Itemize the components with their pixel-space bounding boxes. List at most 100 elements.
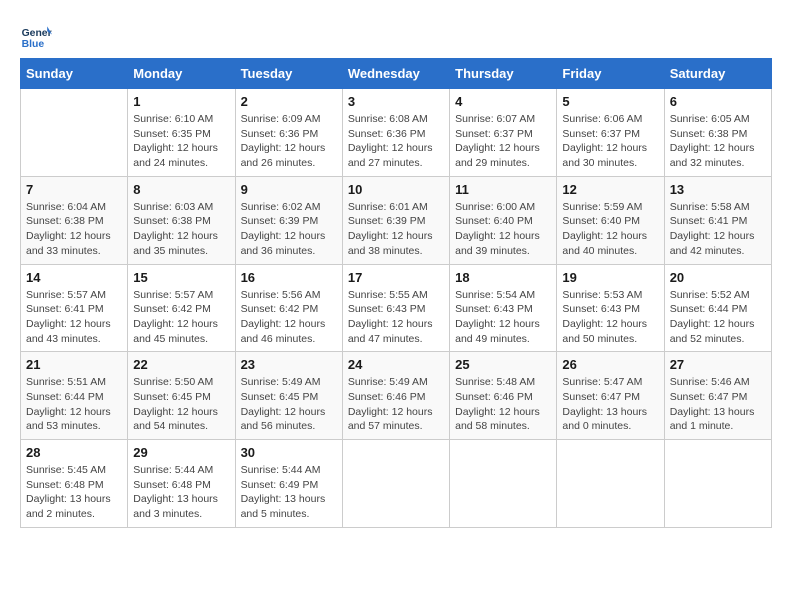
page-header: General Blue (20, 20, 772, 52)
day-info: Sunrise: 5:56 AM Sunset: 6:42 PM Dayligh… (241, 288, 337, 347)
day-info: Sunrise: 5:57 AM Sunset: 6:42 PM Dayligh… (133, 288, 229, 347)
day-number: 19 (562, 270, 658, 285)
day-info: Sunrise: 6:08 AM Sunset: 6:36 PM Dayligh… (348, 112, 444, 171)
day-info: Sunrise: 5:49 AM Sunset: 6:45 PM Dayligh… (241, 375, 337, 434)
day-number: 24 (348, 357, 444, 372)
day-cell: 29 Sunrise: 5:44 AM Sunset: 6:48 PM Dayli… (128, 440, 235, 528)
day-cell: 19 Sunrise: 5:53 AM Sunset: 6:43 PM Dayli… (557, 264, 664, 352)
day-cell: 28 Sunrise: 5:45 AM Sunset: 6:48 PM Dayli… (21, 440, 128, 528)
day-info: Sunrise: 5:44 AM Sunset: 6:49 PM Dayligh… (241, 463, 337, 522)
header-wednesday: Wednesday (342, 59, 449, 89)
day-info: Sunrise: 5:59 AM Sunset: 6:40 PM Dayligh… (562, 200, 658, 259)
day-cell (664, 440, 771, 528)
day-cell (450, 440, 557, 528)
day-info: Sunrise: 6:07 AM Sunset: 6:37 PM Dayligh… (455, 112, 551, 171)
day-cell: 4Sunrise: 6:07 AM Sunset: 6:37 PM Daylig… (450, 89, 557, 177)
day-number: 28 (26, 445, 122, 460)
day-info: Sunrise: 6:03 AM Sunset: 6:38 PM Dayligh… (133, 200, 229, 259)
day-cell: 23Sunrise: 5:49 AM Sunset: 6:45 PM Dayli… (235, 352, 342, 440)
day-cell: 13Sunrise: 5:58 AM Sunset: 6:41 PM Dayli… (664, 176, 771, 264)
day-cell: 22 Sunrise: 5:50 AM Sunset: 6:45 PM Dayli… (128, 352, 235, 440)
day-info: Sunrise: 6:10 AM Sunset: 6:35 PM Dayligh… (133, 112, 229, 171)
day-number: 15 (133, 270, 229, 285)
day-info: Sunrise: 5:50 AM Sunset: 6:45 PM Dayligh… (133, 375, 229, 434)
day-number: 20 (670, 270, 766, 285)
day-cell: 11 Sunrise: 6:00 AM Sunset: 6:40 PM Dayli… (450, 176, 557, 264)
day-info: Sunrise: 6:02 AM Sunset: 6:39 PM Dayligh… (241, 200, 337, 259)
day-info: Sunrise: 6:05 AM Sunset: 6:38 PM Dayligh… (670, 112, 766, 171)
day-info: Sunrise: 6:06 AM Sunset: 6:37 PM Dayligh… (562, 112, 658, 171)
day-number: 7 (26, 182, 122, 197)
day-cell (342, 440, 449, 528)
day-cell: 26 Sunrise: 5:47 AM Sunset: 6:47 PM Dayli… (557, 352, 664, 440)
day-info: Sunrise: 5:57 AM Sunset: 6:41 PM Dayligh… (26, 288, 122, 347)
day-cell: 21 Sunrise: 5:51 AM Sunset: 6:44 PM Dayli… (21, 352, 128, 440)
day-number: 30 (241, 445, 337, 460)
calendar-table: SundayMondayTuesdayWednesdayThursdayFrid… (20, 58, 772, 528)
day-info: Sunrise: 6:01 AM Sunset: 6:39 PM Dayligh… (348, 200, 444, 259)
week-row-3: 14 Sunrise: 5:57 AM Sunset: 6:41 PM Dayli… (21, 264, 772, 352)
week-row-5: 28 Sunrise: 5:45 AM Sunset: 6:48 PM Dayli… (21, 440, 772, 528)
day-cell: 24 Sunrise: 5:49 AM Sunset: 6:46 PM Dayli… (342, 352, 449, 440)
day-cell: 1 Sunrise: 6:10 AM Sunset: 6:35 PM Daylig… (128, 89, 235, 177)
day-info: Sunrise: 5:54 AM Sunset: 6:43 PM Dayligh… (455, 288, 551, 347)
header-sunday: Sunday (21, 59, 128, 89)
day-info: Sunrise: 6:09 AM Sunset: 6:36 PM Dayligh… (241, 112, 337, 171)
day-cell: 8Sunrise: 6:03 AM Sunset: 6:38 PM Daylig… (128, 176, 235, 264)
day-info: Sunrise: 5:49 AM Sunset: 6:46 PM Dayligh… (348, 375, 444, 434)
day-number: 25 (455, 357, 551, 372)
day-number: 1 (133, 94, 229, 109)
week-row-4: 21 Sunrise: 5:51 AM Sunset: 6:44 PM Dayli… (21, 352, 772, 440)
day-number: 11 (455, 182, 551, 197)
day-info: Sunrise: 5:51 AM Sunset: 6:44 PM Dayligh… (26, 375, 122, 434)
day-cell: 3 Sunrise: 6:08 AM Sunset: 6:36 PM Daylig… (342, 89, 449, 177)
day-number: 9 (241, 182, 337, 197)
day-info: Sunrise: 5:53 AM Sunset: 6:43 PM Dayligh… (562, 288, 658, 347)
day-number: 26 (562, 357, 658, 372)
day-cell: 16 Sunrise: 5:56 AM Sunset: 6:42 PM Dayli… (235, 264, 342, 352)
logo: General Blue (20, 20, 58, 52)
day-number: 29 (133, 445, 229, 460)
day-cell: 18 Sunrise: 5:54 AM Sunset: 6:43 PM Dayli… (450, 264, 557, 352)
header-friday: Friday (557, 59, 664, 89)
calendar-header-row: SundayMondayTuesdayWednesdayThursdayFrid… (21, 59, 772, 89)
header-tuesday: Tuesday (235, 59, 342, 89)
day-number: 18 (455, 270, 551, 285)
day-number: 12 (562, 182, 658, 197)
day-info: Sunrise: 5:45 AM Sunset: 6:48 PM Dayligh… (26, 463, 122, 522)
day-cell: 12 Sunrise: 5:59 AM Sunset: 6:40 PM Dayli… (557, 176, 664, 264)
day-number: 5 (562, 94, 658, 109)
day-cell (557, 440, 664, 528)
day-info: Sunrise: 5:47 AM Sunset: 6:47 PM Dayligh… (562, 375, 658, 434)
day-number: 22 (133, 357, 229, 372)
week-row-2: 7Sunrise: 6:04 AM Sunset: 6:38 PM Daylig… (21, 176, 772, 264)
svg-text:Blue: Blue (22, 39, 45, 50)
day-number: 13 (670, 182, 766, 197)
day-number: 3 (348, 94, 444, 109)
week-row-1: 1 Sunrise: 6:10 AM Sunset: 6:35 PM Daylig… (21, 89, 772, 177)
day-info: Sunrise: 5:44 AM Sunset: 6:48 PM Dayligh… (133, 463, 229, 522)
header-thursday: Thursday (450, 59, 557, 89)
day-cell: 2 Sunrise: 6:09 AM Sunset: 6:36 PM Daylig… (235, 89, 342, 177)
day-info: Sunrise: 5:52 AM Sunset: 6:44 PM Dayligh… (670, 288, 766, 347)
day-info: Sunrise: 6:00 AM Sunset: 6:40 PM Dayligh… (455, 200, 551, 259)
day-cell: 9 Sunrise: 6:02 AM Sunset: 6:39 PM Daylig… (235, 176, 342, 264)
day-cell: 14 Sunrise: 5:57 AM Sunset: 6:41 PM Dayli… (21, 264, 128, 352)
logo-icon: General Blue (20, 20, 52, 52)
day-cell: 6Sunrise: 6:05 AM Sunset: 6:38 PM Daylig… (664, 89, 771, 177)
day-cell: 25 Sunrise: 5:48 AM Sunset: 6:46 PM Dayli… (450, 352, 557, 440)
day-info: Sunrise: 5:55 AM Sunset: 6:43 PM Dayligh… (348, 288, 444, 347)
day-cell: 5 Sunrise: 6:06 AM Sunset: 6:37 PM Daylig… (557, 89, 664, 177)
day-number: 21 (26, 357, 122, 372)
day-cell: 30 Sunrise: 5:44 AM Sunset: 6:49 PM Dayli… (235, 440, 342, 528)
header-saturday: Saturday (664, 59, 771, 89)
day-number: 2 (241, 94, 337, 109)
day-number: 27 (670, 357, 766, 372)
header-monday: Monday (128, 59, 235, 89)
day-info: Sunrise: 5:48 AM Sunset: 6:46 PM Dayligh… (455, 375, 551, 434)
day-number: 10 (348, 182, 444, 197)
day-cell (21, 89, 128, 177)
day-number: 16 (241, 270, 337, 285)
day-info: Sunrise: 5:46 AM Sunset: 6:47 PM Dayligh… (670, 375, 766, 434)
day-number: 14 (26, 270, 122, 285)
